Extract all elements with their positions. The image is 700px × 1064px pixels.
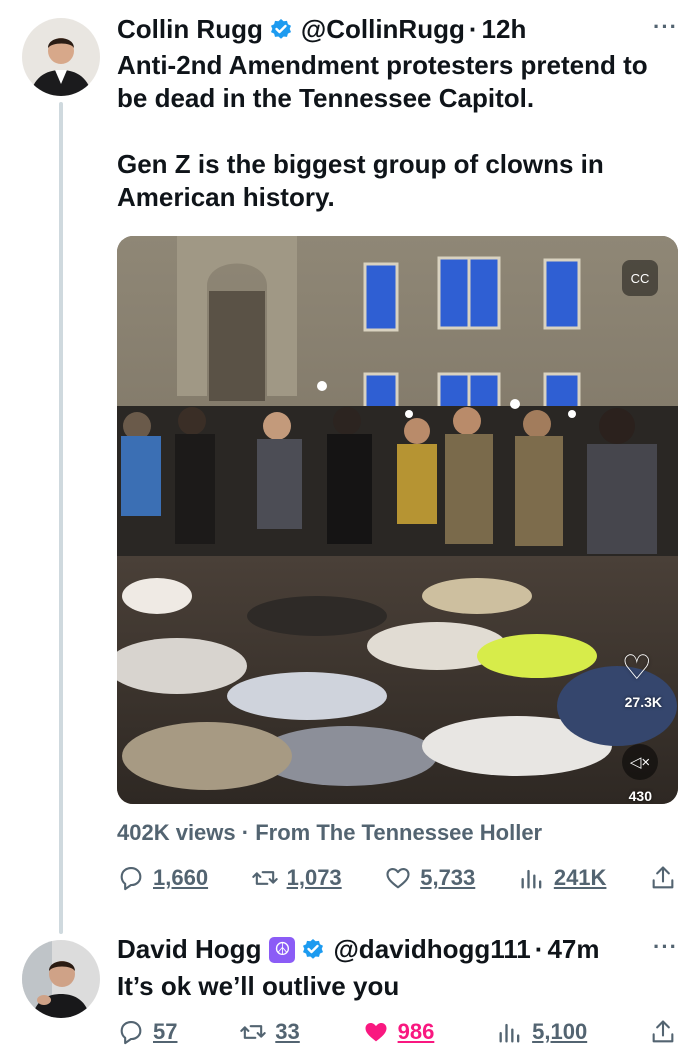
like-count[interactable]: 5,733 [420,865,475,891]
reply-icon [120,1021,142,1045]
separator-dot: · [534,934,544,964]
verified-badge-icon [303,938,324,959]
video-view-count: 430 [628,788,652,804]
mute-speaker-icon[interactable]: ◁× [622,744,658,780]
author-name[interactable]: David Hogg [117,934,261,965]
heart-icon [386,867,410,889]
action-bar: 1,660 1,073 5,733 241K [117,864,677,892]
share-icon [652,1020,674,1043]
tweet-text: Anti-2nd Amendment protesters pretend to… [117,50,648,212]
video-like-count: 27.3K [624,694,662,710]
retweet-icon [240,1025,267,1039]
views-button[interactable]: 5,100 [496,1018,587,1046]
author-name[interactable]: Collin Rugg [117,14,263,45]
thread-connector-line [59,102,63,934]
retweet-button[interactable]: 1,073 [251,864,342,892]
video-like-heart-icon[interactable]: ♡ [622,648,652,688]
reply-button[interactable]: 1,660 [117,864,208,892]
share-button[interactable] [649,864,677,892]
reply-count[interactable]: 57 [153,1019,177,1045]
like-button[interactable]: 5,733 [384,864,475,892]
tweet-text: It’s ok we’ll outlive you [117,971,400,1001]
action-bar: 57 33 986 5,100 [117,1018,677,1046]
retweet-count[interactable]: 1,073 [287,865,342,891]
views-line: 402K views · From The Tennessee Holler [117,820,542,846]
views-count[interactable]: 402K views [117,820,236,845]
retweet-icon [251,871,278,885]
share-button[interactable] [649,1018,677,1046]
peace-sign-emoji-icon: ☮ [269,936,296,963]
author-handle[interactable]: @CollinRugg [301,14,465,45]
views-button[interactable]: 241K [518,864,607,892]
retweet-button[interactable]: 33 [239,1018,300,1046]
separator-dot: · [241,820,250,845]
separator-dot: · [468,14,478,44]
avatar[interactable] [22,940,100,1018]
like-button[interactable]: 986 [362,1018,435,1046]
captions-button[interactable]: CC [622,260,658,296]
analytics-bars-icon [499,1023,520,1043]
retweet-count[interactable]: 33 [275,1019,299,1045]
share-icon [652,866,674,889]
verified-badge-icon [270,18,291,39]
timestamp[interactable]: 47m [547,934,599,965]
tweet-header: Collin Rugg @CollinRugg · 12h [117,14,526,45]
tweet-header: David Hogg ☮ @davidhogg111 · 47m [117,934,599,965]
reply-icon [120,867,142,891]
more-options-icon[interactable]: ··· [653,14,678,40]
more-options-icon[interactable]: ··· [653,934,678,960]
source-attribution[interactable]: From The Tennessee Holler [255,820,542,845]
avatar[interactable] [22,18,100,96]
video-media[interactable]: CC ♡ 27.3K ◁× 430 [117,236,678,804]
author-handle[interactable]: @davidhogg111 [333,934,530,965]
timestamp[interactable]: 12h [482,14,527,45]
analytics-bars-icon [521,869,542,889]
reply-count[interactable]: 1,660 [153,865,208,891]
views-action-count[interactable]: 5,100 [532,1019,587,1045]
reply-button[interactable]: 57 [117,1018,177,1046]
views-action-count[interactable]: 241K [554,865,607,891]
heart-filled-icon [365,1023,387,1042]
like-count[interactable]: 986 [398,1019,435,1045]
